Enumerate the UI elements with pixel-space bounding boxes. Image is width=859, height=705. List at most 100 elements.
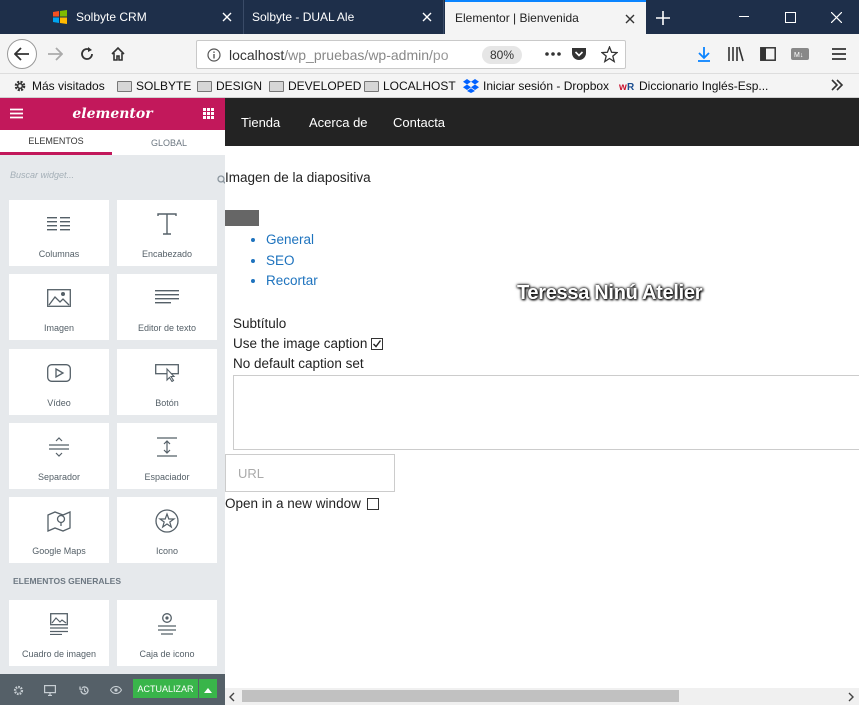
- history-icon[interactable]: [76, 682, 92, 698]
- widget-boton[interactable]: Botón: [117, 349, 217, 415]
- browser-tab-dual[interactable]: Solbyte - DUAL Ale: [244, 0, 444, 34]
- widget-encabezado[interactable]: Encabezado: [117, 200, 217, 266]
- star-bookmark-icon[interactable]: [600, 45, 619, 66]
- update-button[interactable]: ACTUALIZAR: [133, 679, 198, 698]
- close-tab-icon[interactable]: [419, 9, 435, 25]
- address-bar[interactable]: localhost/wp_pruebas/wp-admin/po 80%: [196, 40, 626, 69]
- svg-text:M↓: M↓: [794, 52, 803, 59]
- bookmark-localhost[interactable]: LOCALHOST: [363, 77, 456, 95]
- info-icon[interactable]: [207, 47, 221, 62]
- tab-link-recortar[interactable]: Recortar: [266, 271, 318, 292]
- widgets-grid-icon[interactable]: [203, 108, 214, 122]
- browser-tab-elementor[interactable]: Elementor | Bienvenida: [445, 0, 646, 34]
- slide-overlay-title: Teressa Ninú Atelier: [517, 282, 703, 304]
- library-icon[interactable]: [721, 39, 751, 69]
- scroll-left-icon[interactable]: [228, 691, 236, 705]
- hamburger-menu-icon[interactable]: [824, 39, 854, 69]
- widget-label: Caja de icono: [139, 649, 195, 659]
- new-tab-icon[interactable]: [652, 7, 674, 29]
- bookmarks-overflow-icon[interactable]: [830, 78, 844, 95]
- caption-textarea[interactable]: [233, 375, 859, 450]
- widget-video[interactable]: Vídeo: [9, 349, 109, 415]
- tab-elementos[interactable]: ELEMENTOS: [0, 130, 112, 155]
- widget-espaciador[interactable]: Espaciador: [117, 423, 217, 489]
- close-window-icon[interactable]: [813, 0, 859, 34]
- preview-eye-icon[interactable]: [108, 682, 124, 698]
- more-actions-icon[interactable]: [544, 47, 562, 64]
- update-options-button[interactable]: [199, 679, 217, 698]
- url-text: localhost/wp_pruebas/wp-admin/po: [229, 46, 449, 63]
- widget-separador[interactable]: Separador: [9, 423, 109, 489]
- back-arrow-icon[interactable]: [7, 39, 37, 69]
- video-icon: [47, 361, 71, 385]
- scrollbar-thumb[interactable]: [242, 690, 679, 702]
- caption-option: Use the image caption: [233, 336, 384, 351]
- home-icon[interactable]: [103, 39, 133, 69]
- nav-link-contacta[interactable]: Contacta: [393, 98, 445, 146]
- scroll-right-icon[interactable]: [847, 691, 855, 705]
- horizontal-scrollbar[interactable]: [225, 688, 859, 705]
- menu-icon[interactable]: [10, 108, 23, 122]
- nav-link-acerca-de[interactable]: Acerca de: [309, 98, 368, 146]
- wordreference-icon: wR: [619, 79, 635, 93]
- image-icon: [47, 286, 71, 310]
- widget-caja-de-icono[interactable]: Caja de icono: [117, 600, 217, 666]
- widget-cuadro-de-imagen[interactable]: Cuadro de imagen: [9, 600, 109, 666]
- bookmark-mas-visitados[interactable]: Más visitados: [12, 77, 105, 95]
- close-tab-icon[interactable]: [219, 9, 235, 25]
- sidebar-toggle-icon[interactable]: [753, 39, 783, 69]
- tab-title: Solbyte CRM: [76, 10, 147, 24]
- elementor-panel-header: elementor: [0, 98, 225, 130]
- reload-icon[interactable]: [72, 39, 102, 69]
- widget-label: Botón: [155, 398, 179, 408]
- zoom-level[interactable]: 80%: [482, 46, 523, 64]
- responsive-desktop-icon[interactable]: [42, 682, 58, 698]
- new-window-checkbox[interactable]: [366, 497, 379, 510]
- widget-icono[interactable]: Icono: [117, 497, 217, 563]
- site-navigation: Tienda Acerca de Contacta: [225, 98, 859, 146]
- subtitle-label: Subtítulo: [233, 316, 287, 331]
- slide-image-placeholder: [225, 210, 259, 226]
- widget-search[interactable]: Buscar widget...: [0, 155, 227, 195]
- tab-link-seo[interactable]: SEO: [266, 251, 318, 272]
- dropbox-icon: [463, 79, 479, 93]
- new-window-label: Open in a new window: [225, 496, 361, 511]
- divider-icon: [47, 435, 71, 459]
- tab-global[interactable]: GLOBAL: [113, 130, 225, 155]
- widget-imagen[interactable]: Imagen: [9, 274, 109, 340]
- download-icon[interactable]: [689, 39, 719, 69]
- forward-arrow-icon[interactable]: [40, 39, 70, 69]
- bookmark-solbyte[interactable]: SOLBYTE: [116, 77, 191, 95]
- page-content: Imagen de la diapositiva General SEO Rec…: [225, 146, 859, 688]
- slide-options-list: General SEO Recortar: [266, 230, 318, 292]
- caption-checkbox[interactable]: [371, 337, 384, 350]
- tab-link-general[interactable]: General: [266, 230, 318, 251]
- folder-icon: [116, 79, 132, 93]
- browser-tab-solbyte-crm[interactable]: Solbyte CRM: [40, 0, 244, 34]
- nav-link-tienda[interactable]: Tienda: [241, 98, 280, 146]
- bookmark-dropbox[interactable]: Iniciar sesión - Dropbox: [463, 77, 609, 95]
- text-editor-icon: [155, 286, 179, 310]
- map-icon: [47, 509, 71, 533]
- tab-title: Elementor | Bienvenida: [455, 11, 579, 25]
- bookmark-design[interactable]: DESIGN: [196, 77, 262, 95]
- folder-icon: [196, 79, 212, 93]
- bookmark-diccionario[interactable]: wR Diccionario Inglés-Esp...: [619, 77, 768, 95]
- new-window-option: Open in a new window: [225, 496, 379, 511]
- widget-label: Editor de texto: [137, 323, 197, 333]
- minimize-icon[interactable]: [721, 0, 767, 34]
- markdown-extension-icon[interactable]: M↓: [785, 39, 815, 69]
- pocket-icon[interactable]: [571, 46, 587, 65]
- bookmark-developed[interactable]: DEVELOPED: [268, 77, 361, 95]
- maximize-icon[interactable]: [767, 0, 813, 34]
- settings-gear-icon[interactable]: [10, 682, 26, 698]
- widget-google-maps[interactable]: Google Maps: [9, 497, 109, 563]
- url-input[interactable]: URL: [225, 454, 395, 492]
- widget-label: Separador: [37, 472, 81, 482]
- widget-columnas[interactable]: Columnas: [9, 200, 109, 266]
- folder-icon: [268, 79, 284, 93]
- widget-editor-de-texto[interactable]: Editor de texto: [117, 274, 217, 340]
- url-placeholder: URL: [238, 465, 265, 481]
- close-tab-icon[interactable]: [622, 11, 638, 27]
- widget-search-input[interactable]: Buscar widget...: [10, 170, 74, 180]
